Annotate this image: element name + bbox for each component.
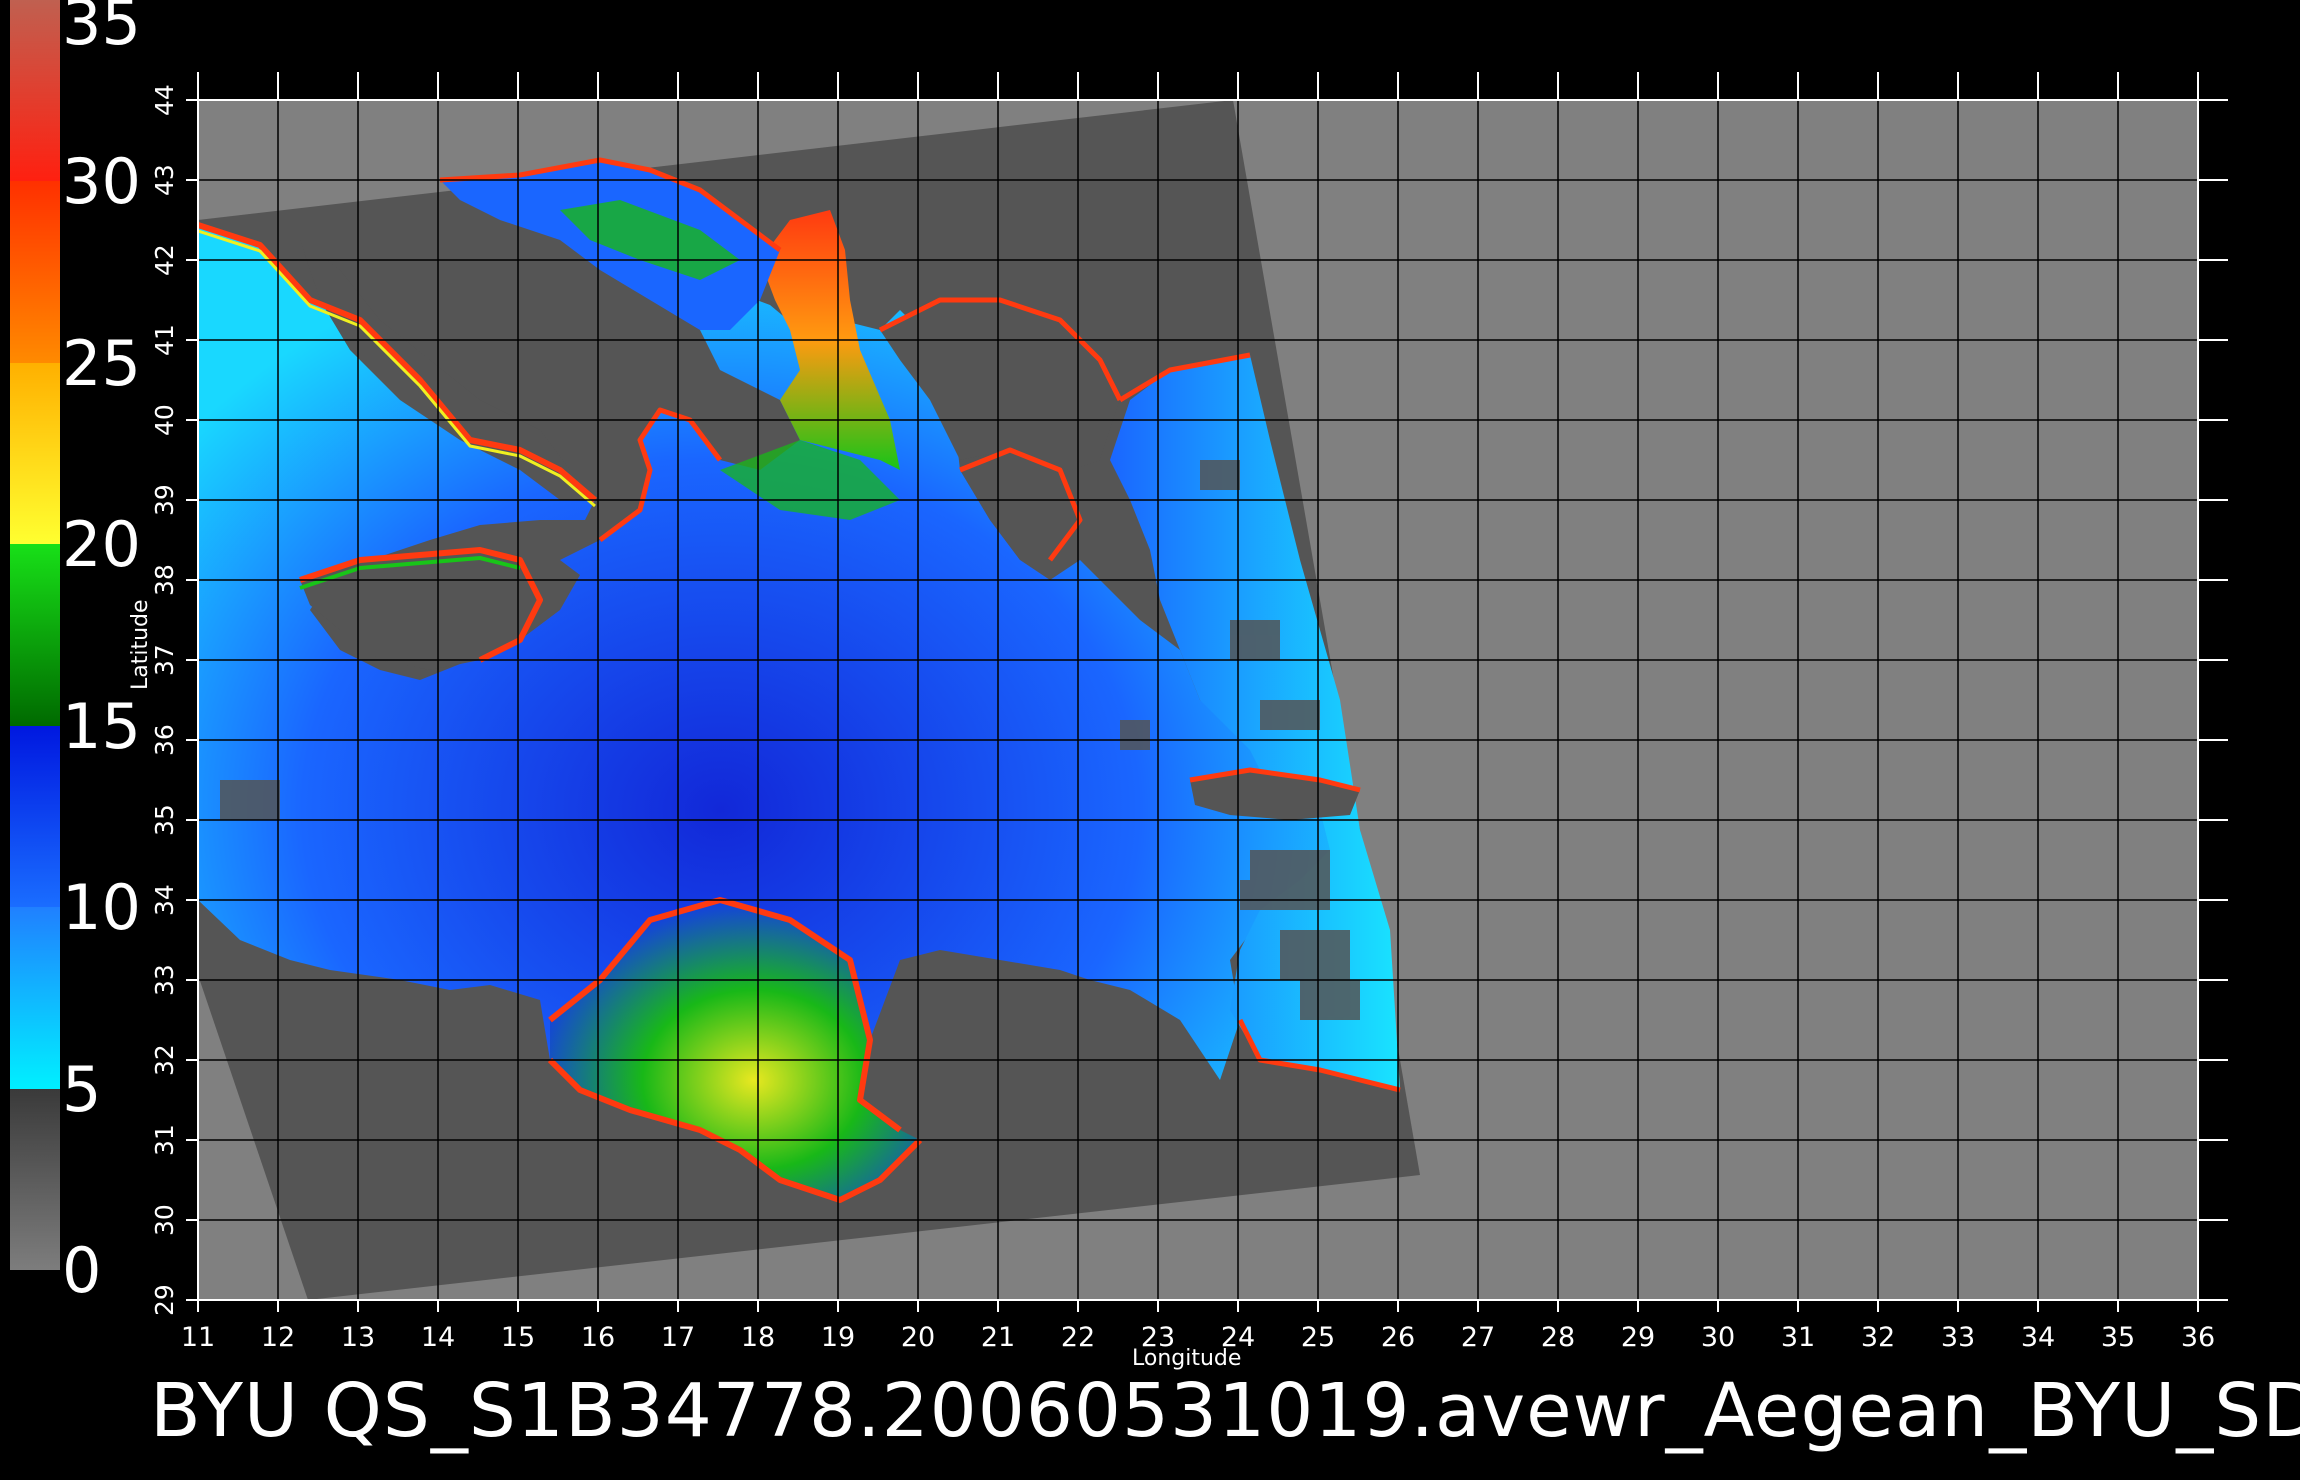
x-tick-label: 12 [260,1322,296,1353]
x-tick-label: 21 [980,1322,1016,1353]
y-tick-label: 42 [150,244,179,276]
color-band [10,907,60,1089]
x-tick-label: 25 [1300,1322,1336,1353]
x-tick-label: 28 [1540,1322,1576,1353]
y-tick-label: 41 [150,324,179,356]
x-tick-label: 26 [1380,1322,1416,1353]
colorbar-label: 30 [62,145,141,219]
x-tick-label: 22 [1060,1322,1096,1353]
y-tick-label: 34 [150,884,179,916]
y-tick-label: 39 [150,484,179,516]
x-tick-label: 34 [2020,1322,2056,1353]
y-axis-label: Latitude [128,599,153,690]
color-band [10,0,60,182]
colorbar-label: 0 [62,1234,102,1307]
x-tick-label: 32 [1860,1322,1896,1353]
x-tick-label: 19 [820,1322,856,1353]
y-tick-label: 31 [150,1124,179,1156]
x-tick-label: 13 [340,1322,376,1353]
y-tick-label: 36 [150,724,179,756]
colorbar-label: 10 [62,871,141,945]
x-tick-label: 15 [500,1322,536,1353]
x-tick-label: 16 [580,1322,616,1353]
color-scale-bar [10,0,60,1270]
x-tick-label: 11 [180,1322,216,1353]
x-tick-label: 33 [1940,1322,1976,1353]
colorbar-label: 35 [62,0,141,59]
x-tick-label: 20 [900,1322,936,1353]
colorbar-label: 25 [62,326,141,400]
y-tick-label: 35 [150,804,179,836]
colorbar-label: 5 [62,1052,102,1126]
y-tick-label: 30 [150,1204,179,1236]
color-band [10,544,60,726]
y-tick-label: 37 [150,644,179,676]
image-title: BYU QS_S1B34778.20060531019.avewr_Aegean… [150,1368,2300,1454]
y-tick-label: 29 [150,1284,179,1316]
y-tick-label: 43 [150,164,179,196]
x-tick-label: 35 [2100,1322,2136,1353]
x-tick-label: 17 [660,1322,696,1353]
y-tick-label: 38 [150,564,179,596]
x-tick-label: 18 [740,1322,776,1353]
color-band [10,1088,60,1270]
wind-speed-map [186,72,2228,1312]
y-tick-label: 33 [150,964,179,996]
color-band [10,362,60,545]
x-tick-label: 36 [2180,1322,2216,1353]
colorbar-label: 15 [62,689,141,763]
x-tick-label: 14 [420,1322,456,1353]
color-band [10,725,60,908]
y-tick-label: 44 [150,84,179,116]
colorbar-label: 20 [62,508,141,582]
x-tick-label: 27 [1460,1322,1496,1353]
color-band [10,181,60,363]
y-tick-label: 32 [150,1044,179,1076]
x-tick-label: 31 [1780,1322,1816,1353]
x-tick-label: 30 [1700,1322,1736,1353]
y-tick-label: 40 [150,404,179,436]
x-tick-label: 29 [1620,1322,1656,1353]
